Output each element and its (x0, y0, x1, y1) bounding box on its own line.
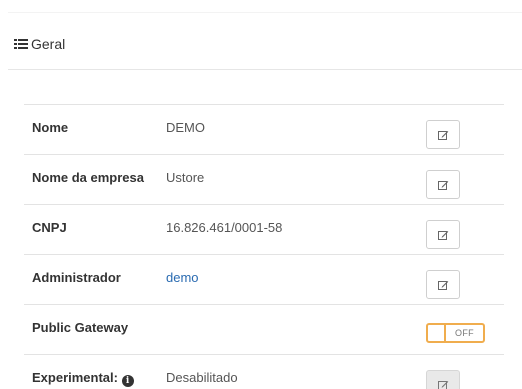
table-row: Nome DEMO (24, 104, 504, 155)
table-row: Experimental: i Desabilitado (24, 354, 504, 389)
edit-experimental-button[interactable] (426, 370, 460, 389)
row-label-cnpj: CNPJ (24, 204, 166, 255)
row-label-administrador: Administrador (24, 254, 166, 305)
row-value-experimental: Desabilitado (166, 354, 418, 389)
row-label-empresa: Nome da empresa (24, 154, 166, 205)
info-circle-icon[interactable]: i (121, 375, 134, 387)
edit-nome-button[interactable] (426, 120, 460, 149)
toggle-knob (428, 325, 446, 341)
row-label-experimental: Experimental: i (24, 354, 166, 389)
edit-cnpj-button[interactable] (426, 220, 460, 249)
edit-icon (437, 180, 448, 190)
edit-icon (437, 280, 448, 290)
row-value-administrador-link[interactable]: demo (166, 254, 418, 305)
edit-icon (437, 230, 448, 240)
list-icon (14, 38, 28, 50)
toggle-state-label: OFF (455, 328, 474, 338)
table-row: Nome da empresa Ustore (24, 154, 504, 205)
row-label-nome: Nome (24, 104, 166, 155)
row-value-public-gateway (166, 304, 418, 355)
row-value-cnpj: 16.826.461/0001-58 (166, 204, 418, 255)
top-divider (8, 12, 522, 13)
edit-empresa-button[interactable] (426, 170, 460, 199)
edit-administrador-button[interactable] (426, 270, 460, 299)
table-row: Administrador demo (24, 254, 504, 305)
panel-title: Geral (31, 36, 66, 52)
table-row: CNPJ 16.826.461/0001-58 (24, 204, 504, 255)
table-row: Public Gateway OFF (24, 304, 504, 355)
row-label-experimental-text: Experimental: (32, 370, 118, 385)
edit-icon (437, 380, 448, 389)
public-gateway-toggle[interactable]: OFF (426, 323, 485, 343)
edit-icon (437, 130, 448, 140)
panel-header: Geral (14, 34, 65, 54)
row-value-nome: DEMO (166, 104, 418, 155)
settings-table: Nome DEMO Nome da empresa Ustore CNPJ 16… (24, 104, 504, 389)
row-value-empresa: Ustore (166, 154, 418, 205)
header-divider (8, 69, 522, 70)
row-label-public-gateway: Public Gateway (24, 304, 166, 355)
